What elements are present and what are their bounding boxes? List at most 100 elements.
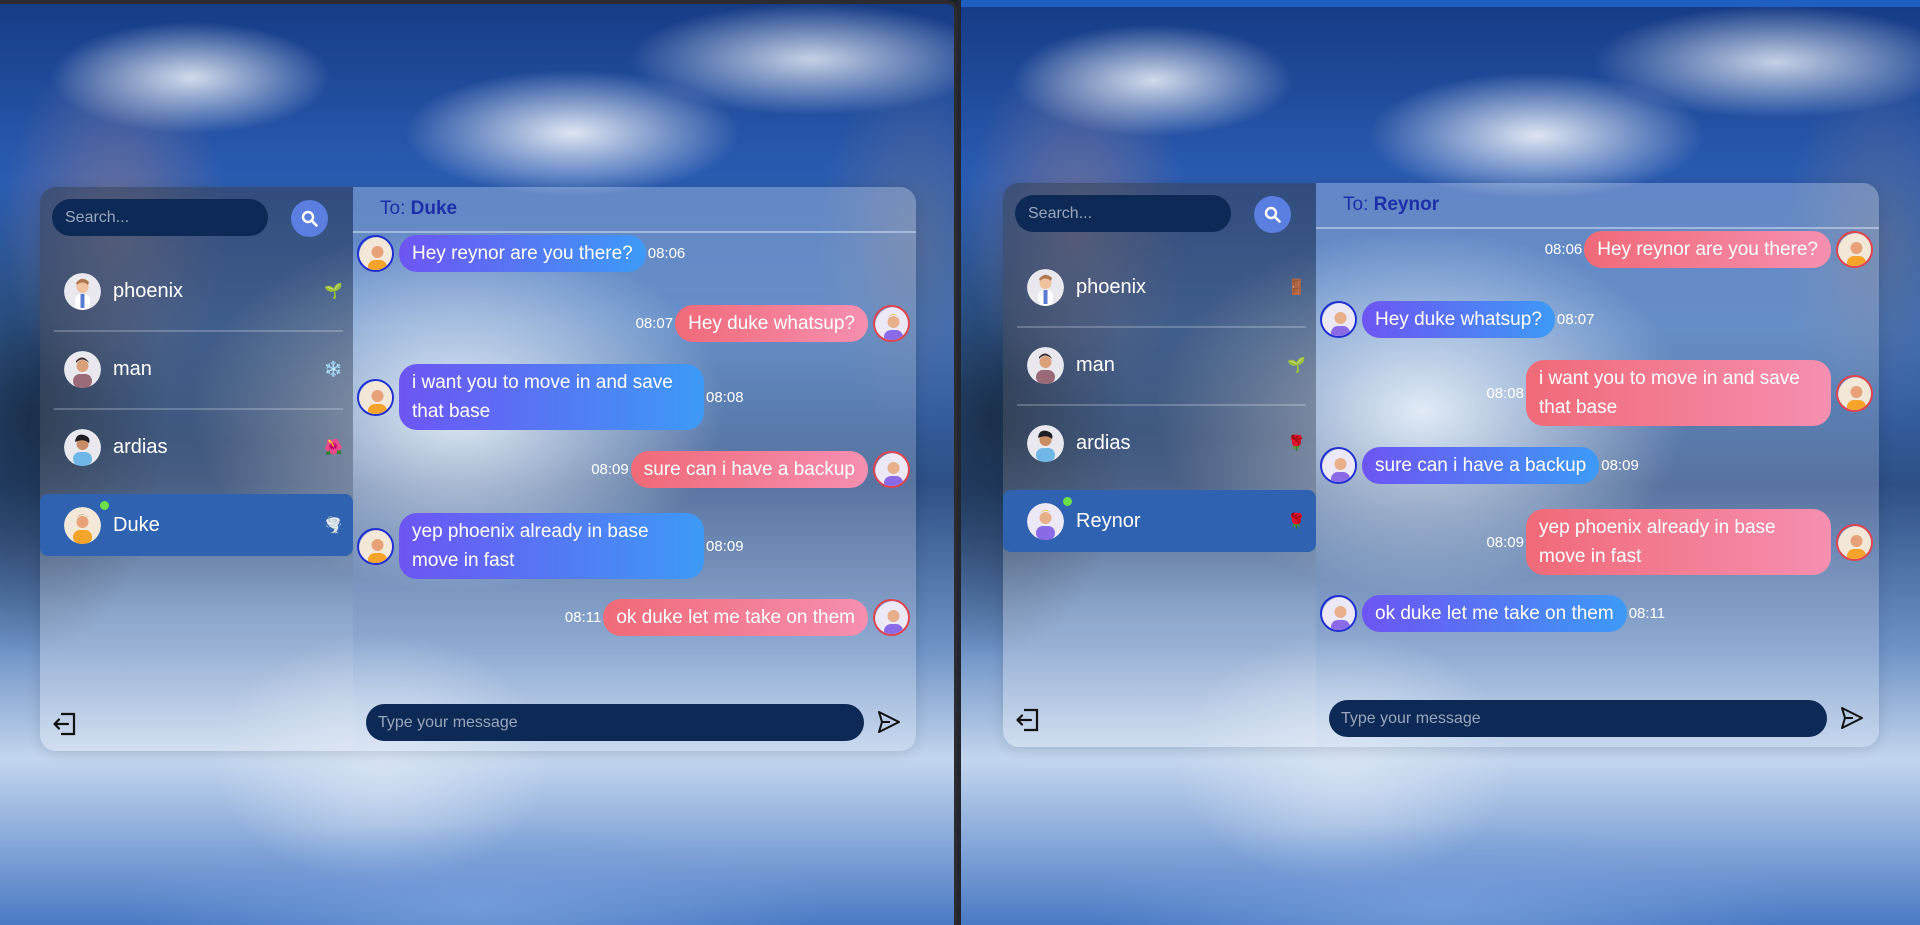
logout-icon [53,712,76,736]
message-received: Hey reynor are you there? 08:06 [357,235,687,272]
avatar [357,235,394,272]
message-bubble: Hey duke whatsup? [675,305,868,342]
contact-item-man[interactable]: man 🌱 [1003,326,1316,404]
contact-name: man [1076,353,1115,376]
message-sent: 08:09 yep phoenix already in base move i… [1484,509,1873,575]
message-received: yep phoenix already in base move in fast… [357,513,746,579]
to-label: To: [380,198,406,219]
avatar [64,350,101,388]
message-sent: 08:07 Hey duke whatsup? [634,305,910,342]
contact-item-ardias[interactable]: ardias 🌺 [40,408,353,486]
logout-icon [1016,708,1039,732]
message-time: 08:09 [1486,533,1524,551]
contact-list: phoenix 🚪 man 🌱 ardias 🌹 Reynor 🌹 [1003,248,1316,552]
avatar [873,305,910,342]
contact-item-reynor[interactable]: Reynor 🌹 [1003,490,1316,552]
status-emoji-icon: 🌺 [324,439,343,456]
search-button[interactable] [1254,196,1291,233]
message-received: sure can i have a backup 08:09 [1320,447,1641,484]
search-input[interactable] [65,208,268,227]
message-field[interactable] [1329,700,1827,737]
avatar [1836,231,1873,268]
avatar [1320,595,1357,632]
chat-app: phoenix 🚪 man 🌱 ardias 🌹 Reynor [1003,183,1879,747]
right-window: phoenix 🚪 man 🌱 ardias 🌹 Reynor [961,0,1920,925]
sidebar: phoenix 🌱 man ❄️ ardias 🌺 Duke [40,187,353,751]
message-time: 08:09 [1601,457,1639,474]
chat-header: To: Duke [353,187,916,233]
status-emoji-icon: 🌹 [1287,435,1306,452]
contact-name: phoenix [1076,275,1147,298]
message-input[interactable] [1341,709,1827,728]
message-bubble: yep phoenix already in base move in fast [399,513,704,579]
chat-panel: To: Duke Hey reynor are you there? 08:06… [353,187,916,751]
sidebar: phoenix 🚪 man 🌱 ardias 🌹 Reynor [1003,183,1316,747]
message-time: 08:11 [1628,605,1666,622]
message-sent: 08:11 ok duke let me take on them [563,599,910,636]
contact-name: Duke [113,513,160,536]
avatar [873,451,910,488]
message-received: i want you to move in and save that base… [357,364,746,430]
send-icon [1841,707,1863,729]
message-time: 08:09 [591,461,629,478]
avatar [1027,346,1064,384]
contact-name: ardias [1076,431,1131,454]
message-time: 08:09 [706,537,744,555]
logout-button[interactable] [52,711,78,737]
chat-app: phoenix 🌱 man ❄️ ardias 🌺 Duke [40,187,916,751]
avatar [64,506,101,544]
contact-item-man[interactable]: man ❄️ [40,330,353,408]
message-time: 08:08 [1486,384,1524,402]
contact-item-duke[interactable]: Duke 🌪️ [40,494,353,556]
avatar [357,378,394,416]
search-button[interactable] [291,200,328,237]
avatar [1320,301,1357,338]
status-emoji-icon: ❄️ [324,361,343,378]
message-field[interactable] [366,704,864,741]
message-sent: 08:08 i want you to move in and save tha… [1484,360,1873,426]
online-indicator [1063,497,1072,506]
message-bubble: Hey reynor are you there? [399,235,646,272]
status-emoji-icon: 🚪 [1287,279,1306,296]
contact-item-ardias[interactable]: ardias 🌹 [1003,404,1316,482]
status-emoji-icon: 🌱 [1287,357,1306,374]
online-indicator [100,501,109,510]
status-emoji-icon: 🌪️ [324,517,343,534]
message-time: 08:06 [647,245,686,262]
to-label: To: [1343,194,1369,215]
message-time: 08:08 [706,388,744,406]
search-field[interactable] [1015,195,1231,232]
send-button[interactable] [1839,705,1865,731]
avatar [1027,268,1064,306]
avatar [1027,502,1064,540]
avatar [873,599,910,636]
message-bubble: Hey reynor are you there? [1584,231,1831,268]
message-bubble: i want you to move in and save that base [399,364,704,430]
send-button[interactable] [876,709,902,735]
message-received: Hey duke whatsup? 08:07 [1320,301,1596,338]
contact-name: man [113,357,152,380]
message-bubble: Hey duke whatsup? [1362,301,1555,338]
status-emoji-icon: 🌹 [1287,513,1306,530]
search-input[interactable] [1028,204,1231,223]
message-time: 08:11 [564,609,602,626]
contact-name: ardias [113,435,168,458]
search-icon [1264,206,1281,223]
contact-item-phoenix[interactable]: phoenix 🌱 [40,252,353,330]
recipient-name: Reynor [1373,194,1440,215]
contact-item-phoenix[interactable]: phoenix 🚪 [1003,248,1316,326]
message-time: 08:06 [1544,241,1583,258]
message-bubble: ok duke let me take on them [603,599,868,636]
avatar [357,527,394,565]
message-sent: 08:09 sure can i have a backup [589,451,910,488]
avatar [1027,424,1064,462]
logout-button[interactable] [1015,707,1041,733]
message-sent: 08:06 Hey reynor are you there? [1543,231,1873,268]
status-emoji-icon: 🌱 [324,283,343,300]
search-field[interactable] [52,199,268,236]
search-icon [301,210,318,227]
avatar [64,428,101,466]
send-icon [878,711,900,733]
message-input[interactable] [378,713,864,732]
message-bubble: sure can i have a backup [1362,447,1600,484]
